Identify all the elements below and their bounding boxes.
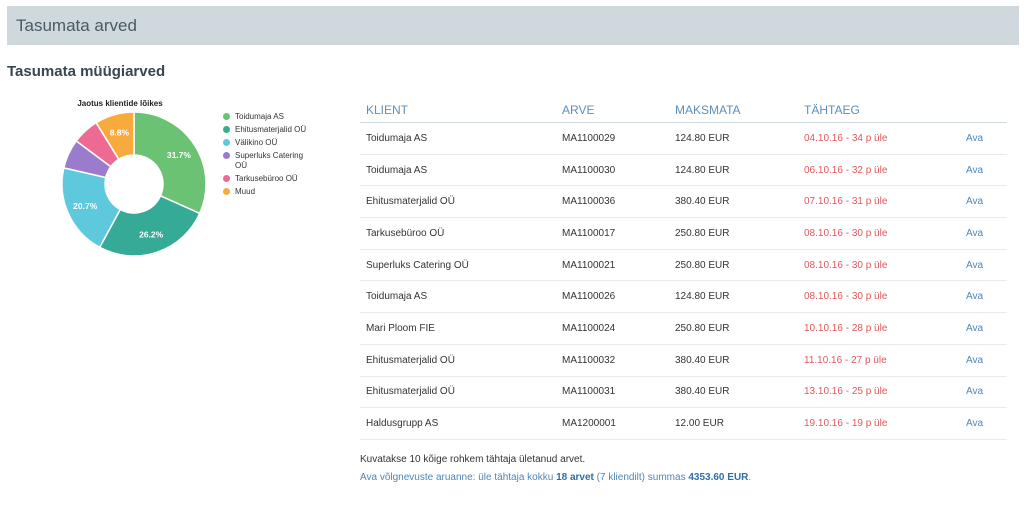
- legend-item[interactable]: Välikino OÜ: [223, 138, 310, 148]
- slice-data-label: 31.7%: [167, 150, 192, 160]
- cell-amount: 124.80 EUR: [669, 122, 798, 155]
- open-invoice-link[interactable]: Ava: [960, 185, 1007, 219]
- overdue-report-link[interactable]: Ava võlgnevuste aruanne: üle tähtaja kok…: [360, 472, 751, 483]
- report-mid: (7 kliendilt) summas: [593, 472, 689, 483]
- open-invoice-link[interactable]: Ava: [960, 344, 1007, 377]
- table-row: Mari Ploom FIE MA1100024 250.80 EUR 10.10.1…: [360, 312, 1007, 345]
- cell-due: 08.10.16 - 30 p üle: [798, 249, 960, 282]
- legend-item[interactable]: Muud: [223, 187, 310, 197]
- cell-amount: 124.80 EUR: [669, 280, 798, 314]
- cell-due: 10.10.16 - 28 p üle: [798, 312, 960, 345]
- cell-client: Ehitusmaterjalid OÜ: [360, 376, 556, 409]
- cell-amount: 12.00 EUR: [669, 407, 798, 440]
- column-header-client[interactable]: KLIENT: [360, 97, 556, 123]
- cell-amount: 250.80 EUR: [669, 217, 798, 250]
- open-invoice-link[interactable]: Ava: [960, 280, 1007, 314]
- cell-due: 07.10.16 - 31 p üle: [798, 185, 960, 219]
- cell-amount: 380.40 EUR: [669, 185, 798, 219]
- table-header-row: KLIENT ARVE MAKSMATA TÄHTAEG: [360, 97, 1007, 123]
- open-invoice-link[interactable]: Ava: [960, 122, 1007, 155]
- slice-data-label: 8.8%: [110, 128, 130, 138]
- table-row: Ehitusmaterjalid OÜ MA1100036 380.40 EUR 07…: [360, 185, 1007, 219]
- report-count: 18 arvet: [556, 472, 594, 483]
- cell-client: Tarkusebüroo OÜ: [360, 217, 556, 250]
- open-invoice-link[interactable]: Ava: [960, 249, 1007, 282]
- legend-label: Toidumaja AS: [235, 112, 284, 121]
- cell-amount: 250.80 EUR: [669, 312, 798, 345]
- table-note: Kuvatakse 10 kõige rohkem tähtaja ületan…: [360, 454, 586, 465]
- open-invoice-link[interactable]: Ava: [960, 154, 1007, 187]
- cell-client: Ehitusmaterjalid OÜ: [360, 344, 556, 377]
- slice-data-label: 20.7%: [73, 201, 98, 211]
- cell-due: 06.10.16 - 32 p üle: [798, 154, 960, 187]
- pie-slice-0[interactable]: [133, 111, 207, 215]
- legend-color-dot: [223, 139, 230, 146]
- legend-item[interactable]: Tarkusebüroo OÜ: [223, 174, 310, 184]
- cell-invoice: MA1100032: [556, 344, 669, 377]
- legend-color-dot: [223, 188, 230, 195]
- table-row: Tarkusebüroo OÜ MA1100017 250.80 EUR 08.10.…: [360, 217, 1007, 250]
- cell-invoice: MA1100030: [556, 154, 669, 187]
- cell-due: 13.10.16 - 25 p üle: [798, 376, 960, 409]
- chart-legend: Toidumaja AS Ehitusmaterjalid OÜ Välikino …: [223, 112, 310, 200]
- open-invoice-link[interactable]: Ava: [960, 407, 1007, 440]
- legend-item[interactable]: Toidumaja AS: [223, 112, 310, 122]
- open-invoice-link[interactable]: Ava: [960, 376, 1007, 409]
- table-row: Ehitusmaterjalid OÜ MA1100032 380.40 EUR 11…: [360, 344, 1007, 377]
- cell-client: Toidumaja AS: [360, 154, 556, 187]
- open-invoice-link[interactable]: Ava: [960, 217, 1007, 250]
- cell-invoice: MA1100026: [556, 280, 669, 314]
- table-row: Ehitusmaterjalid OÜ MA1100031 380.40 EUR 13…: [360, 376, 1007, 409]
- table-row: Superluks Catering OÜ MA1100021 250.80 EUR…: [360, 249, 1007, 282]
- invoice-table: KLIENT ARVE MAKSMATA TÄHTAEG Toidumaja A…: [360, 97, 1007, 440]
- column-header-action: [960, 97, 1007, 123]
- cell-due: 11.10.16 - 27 p üle: [798, 344, 960, 377]
- cell-invoice: MA1100017: [556, 217, 669, 250]
- report-end: .: [748, 472, 752, 483]
- column-header-amount[interactable]: MAKSMATA: [669, 97, 798, 123]
- legend-label: Ehitusmaterjalid OÜ: [235, 125, 307, 134]
- cell-invoice: MA1100024: [556, 312, 669, 345]
- legend-item[interactable]: Superluks Catering OÜ: [223, 151, 310, 171]
- slice-data-label: 26.2%: [139, 230, 164, 240]
- report-prefix: Ava võlgnevuste aruanne: üle tähtaja kok…: [360, 472, 557, 483]
- legend-color-dot: [223, 113, 230, 120]
- column-header-invoice[interactable]: ARVE: [556, 97, 669, 123]
- cell-amount: 124.80 EUR: [669, 154, 798, 187]
- cell-client: Toidumaja AS: [360, 280, 556, 314]
- legend-label: Superluks Catering OÜ: [235, 151, 304, 170]
- client-distribution-chart: Jaotus klientide lõikes 31.7% 26.2% 20.7% 8…: [50, 96, 350, 266]
- table-row: Toidumaja AS MA1100029 124.80 EUR 04.10.16 …: [360, 122, 1007, 155]
- cell-due: 04.10.16 - 34 p üle: [798, 122, 960, 155]
- cell-client: Mari Ploom FIE: [360, 312, 556, 345]
- cell-client: Toidumaja AS: [360, 122, 556, 155]
- table-row: Toidumaja AS MA1100026 124.80 EUR 08.10.16 …: [360, 280, 1007, 314]
- legend-label: Muud: [235, 187, 256, 196]
- cell-invoice: MA1200001: [556, 407, 669, 440]
- legend-label: Välikino OÜ: [235, 138, 278, 147]
- cell-amount: 380.40 EUR: [669, 344, 798, 377]
- cell-amount: 250.80 EUR: [669, 249, 798, 282]
- cell-client: Ehitusmaterjalid OÜ: [360, 185, 556, 219]
- cell-amount: 380.40 EUR: [669, 376, 798, 409]
- cell-client: Haldusgrupp AS: [360, 407, 556, 440]
- cell-due: 08.10.16 - 30 p üle: [798, 217, 960, 250]
- column-header-due[interactable]: TÄHTAEG: [798, 97, 960, 123]
- report-sum: 4353.60 EUR: [688, 472, 749, 483]
- legend-color-dot: [223, 126, 230, 133]
- cell-due: 08.10.16 - 30 p üle: [798, 280, 960, 314]
- table-row: Haldusgrupp AS MA1200001 12.00 EUR 19.10.16…: [360, 407, 1007, 440]
- cell-due: 19.10.16 - 19 p üle: [798, 407, 960, 440]
- cell-invoice: MA1100021: [556, 249, 669, 282]
- legend-label: Tarkusebüroo OÜ: [235, 174, 298, 183]
- legend-color-dot: [223, 175, 230, 182]
- table-row: Toidumaja AS MA1100030 124.80 EUR 06.10.16 …: [360, 154, 1007, 187]
- cell-invoice: MA1100031: [556, 376, 669, 409]
- legend-color-dot: [223, 152, 230, 159]
- open-invoice-link[interactable]: Ava: [960, 312, 1007, 345]
- cell-client: Superluks Catering OÜ: [360, 249, 556, 282]
- cell-invoice: MA1100029: [556, 122, 669, 155]
- legend-item[interactable]: Ehitusmaterjalid OÜ: [223, 125, 310, 135]
- cell-invoice: MA1100036: [556, 185, 669, 219]
